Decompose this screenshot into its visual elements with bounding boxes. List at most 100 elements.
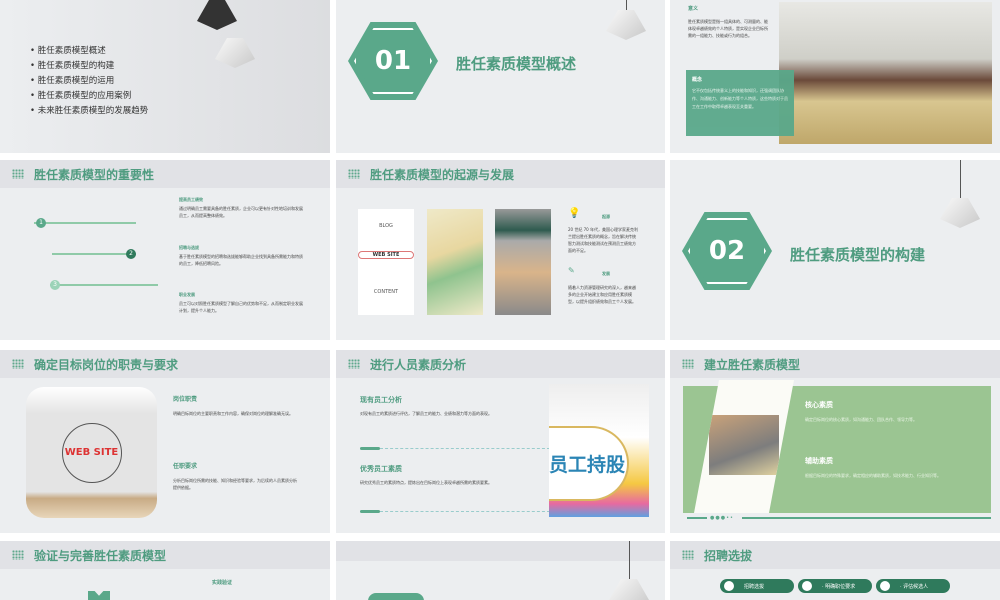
employee-stock-image: 员工持股: [549, 384, 649, 517]
slide-job-requirements[interactable]: 确定目标岗位的职责与要求 WEB SITE 岗位职责 明确目标岗位的主要职责和工…: [0, 350, 330, 533]
item-title: 职业发展: [179, 292, 195, 297]
slide-title: 建立胜任素质模型: [704, 357, 801, 372]
slide-origin[interactable]: 胜任素质模型的起源与发展 BLOG WEB SITE CONTENT 💡 起源 …: [336, 160, 665, 340]
step-label: · 明确职位要求: [822, 583, 856, 590]
item-title: 辅助素质: [805, 457, 833, 465]
timeline-line: [34, 222, 136, 224]
pager-dots: ●●●••: [710, 515, 734, 521]
lamp-icon: [940, 198, 980, 228]
item-title: 现有员工分析: [360, 396, 402, 404]
divider: [687, 517, 707, 519]
step-label: 招聘选拔: [744, 583, 765, 590]
item-title: 实践验证: [212, 580, 233, 586]
slide-title: 胜任素质模型的起源与发展: [370, 167, 515, 182]
agenda-item[interactable]: • 胜任素质模型的应用案例: [30, 89, 148, 104]
item-text: 对现有员工的素质进行评估，了解员工的能力、业绩和潜力等方面的表现。: [360, 411, 492, 416]
slide-concept[interactable]: 意义 胜任素质模型是指一组具体的、可测量的、能体现卓越绩效的个人特质，是实现企业…: [670, 0, 1000, 153]
agenda-item[interactable]: • 胜任素质模型的构建: [30, 59, 148, 74]
slide-personnel-analysis[interactable]: 进行人员素质分析 现有员工分析 对现有员工的素质进行评估，了解员工的能力、业绩和…: [336, 350, 665, 533]
lamp-icon: [609, 579, 649, 600]
divider: [360, 510, 380, 513]
dots-icon: [682, 359, 694, 369]
timeline-line: [52, 253, 136, 255]
arrow-icon: [880, 581, 890, 591]
books-image: [427, 209, 483, 315]
agenda-item[interactable]: • 胜任素质模型概述: [30, 44, 148, 59]
lamp-icon: [215, 38, 255, 68]
item-title: 招聘与选拔: [179, 245, 199, 250]
agenda-label: 胜任素质模型的应用案例: [37, 91, 132, 101]
slide-section-03[interactable]: [336, 541, 665, 600]
meaning-title: 意义: [688, 6, 699, 12]
item-title: 任职要求: [173, 463, 198, 470]
agenda-label: 胜任素质模型的运用: [37, 76, 115, 86]
slide-section-01[interactable]: 01 胜任素质模型概述: [336, 0, 665, 153]
step-pill[interactable]: · 评估候选人: [876, 579, 950, 593]
books-illustration: [709, 415, 779, 475]
slide-header: 招聘选拔: [670, 541, 1000, 569]
step-badge: 3: [50, 280, 60, 290]
website-sketch-image: BLOG WEB SITE CONTENT: [358, 209, 414, 315]
slide-header: 进行人员素质分析: [336, 350, 665, 378]
section-number-badge: 02: [682, 212, 772, 290]
classroom-image: [779, 2, 992, 144]
concept-box: 概念 它不仅包括传统意义上的技能和知识，还强调团队协作、沟通能力、创新能力等个人…: [686, 70, 794, 136]
lamp-cord: [629, 541, 630, 579]
agenda-item[interactable]: • 未来胜任素质模型的发展趋势: [30, 104, 148, 119]
item-text: 分析目标岗位所需的技能、知识和经验等要求，为后续的人员素质分析提供依据。: [173, 478, 297, 490]
dots-icon: [12, 169, 24, 179]
meaning-text: 胜任素质模型是指一组具体的、可测量的、能体现卓越绩效的个人特质，是实现企业目标所…: [688, 19, 768, 38]
concept-title: 概念: [692, 77, 703, 83]
section-number: 02: [688, 218, 766, 284]
section-number-badge: 01: [348, 22, 438, 100]
origin-text: 20 世纪 70 年代，美国心理学家麦克利兰提出胜任素质的概念，旨在解决传统智力…: [568, 227, 638, 253]
image-label: WEB SITE: [61, 422, 122, 483]
divider: [380, 448, 550, 449]
slide-header: [336, 541, 665, 561]
item-text: 员工可以对照胜任素质模型了解自己的优势和不足，从而制定职业发展计划，提升个人能力…: [179, 301, 303, 313]
item-text: 确定目标岗位的核心素质，如沟通能力、团队合作、领导力等。: [805, 417, 917, 422]
item-title: 岗位职责: [173, 396, 198, 403]
slide-title: 确定目标岗位的职责与要求: [34, 357, 179, 372]
step-pill[interactable]: 招聘选拔: [720, 579, 794, 593]
slide-recruitment[interactable]: 招聘选拔 招聘选拔 · 明确职位要求 · 评估候选人: [670, 541, 1000, 600]
image-label: BLOG: [379, 223, 393, 229]
slide-title: 招聘选拔: [704, 548, 753, 563]
lamp-icon: [606, 10, 646, 40]
agenda-label: 未来胜任素质模型的发展趋势: [37, 106, 149, 116]
image-label: 员工持股: [549, 426, 629, 501]
item-text: 研究优秀员工的素质特点，提炼出在目标岗位上表现卓越所需的素质要素。: [360, 480, 492, 485]
pill-icon: ✎: [568, 266, 575, 275]
agenda-label: 胜任素质模型概述: [37, 46, 106, 56]
slide-header: 胜任素质模型的重要性: [0, 160, 330, 188]
item-text: 通过明确员工需要具备的胜任素质，企业可以更有针对性地培训和发展员工，从而提高整体…: [179, 206, 303, 218]
slide-importance[interactable]: 胜任素质模型的重要性 1 2 3 提高员工绩效 通过明确员工需要具备的胜任素质，…: [0, 160, 330, 340]
dev-title: 发展: [602, 271, 610, 276]
item-text: 根据目标岗位的特殊要求，确定相应的辅助素质，如技术能力、行业知识等。: [805, 473, 941, 478]
slide-section-02[interactable]: 02 胜任素质模型的构建: [670, 160, 1000, 340]
timeline-line: [50, 284, 158, 286]
arrow-icon: [724, 581, 734, 591]
item-text: 明确目标岗位的主要职责和工作内容，确保对岗位的理解准确无误。: [173, 411, 293, 416]
slide-build-model[interactable]: 建立胜任素质模型 核心素质 确定目标岗位的核心素质，如沟通能力、团队合作、领导力…: [670, 350, 1000, 533]
section-number: 01: [354, 28, 432, 94]
lamp-icon: [197, 0, 237, 30]
slide-validate[interactable]: 验证与完善胜任素质模型 实践验证: [0, 541, 330, 600]
dots-icon: [682, 550, 694, 560]
agenda-label: 胜任素质模型的构建: [37, 61, 115, 71]
divider: [360, 447, 380, 450]
slide-agenda[interactable]: • 胜任素质模型概述 • 胜任素质模型的构建 • 胜任素质模型的运用 • 胜任素…: [0, 0, 330, 153]
slide-header: 建立胜任素质模型: [670, 350, 1000, 378]
step-badge: 1: [36, 218, 46, 228]
divider: [742, 517, 991, 519]
step-pill[interactable]: · 明确职位要求: [798, 579, 872, 593]
dots-icon: [348, 359, 360, 369]
dev-text: 随着人力资源管理研究的深入，越来越多的企业开始建立和应用胜任素质模型，以提升组织…: [568, 285, 636, 304]
agenda-item[interactable]: • 胜任素质模型的运用: [30, 74, 148, 89]
divider: [380, 511, 550, 512]
origin-title: 起源: [602, 214, 610, 219]
lightbulb-icon: 💡: [568, 208, 581, 219]
dots-icon: [348, 169, 360, 179]
item-text: 基于胜任素质模型的招聘和选拔能够帮助企业找到具备所需能力和特质的员工，降低招聘风…: [179, 254, 303, 266]
item-title: 优秀员工素质: [360, 465, 402, 473]
